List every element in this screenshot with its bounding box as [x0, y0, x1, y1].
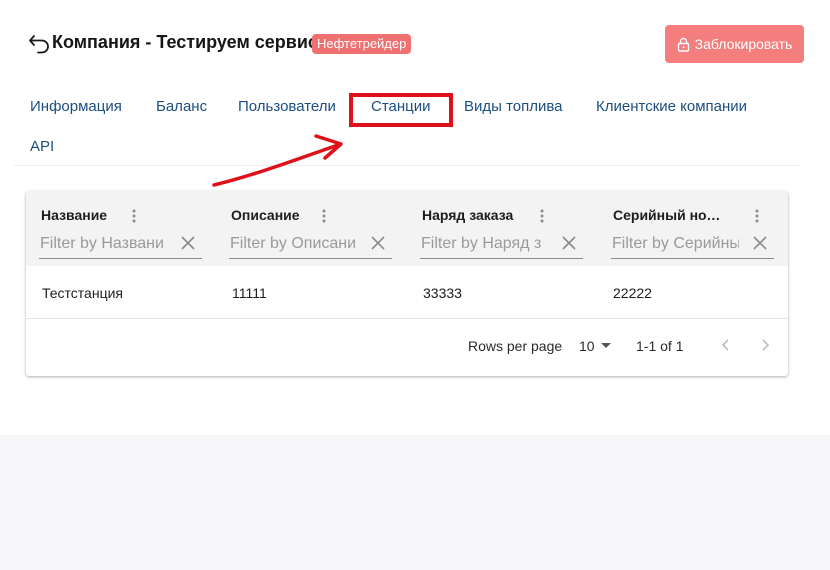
page-title: Компания - Тестируем сервис: [52, 32, 318, 52]
clear-icon[interactable]: [752, 235, 768, 251]
column-menu-icon[interactable]: [752, 208, 762, 224]
filter-field: [611, 233, 774, 259]
table-row[interactable]: Тестстанция 11111 33333 22222: [26, 266, 788, 319]
lock-icon: [677, 37, 689, 52]
column-menu-icon[interactable]: [319, 208, 329, 224]
column-header-order: Наряд заказа: [407, 191, 597, 266]
cell-name: Тестстанция: [42, 285, 123, 301]
filter-field: [229, 233, 392, 259]
rows-per-page-label: Rows per page: [468, 338, 563, 354]
tab-fuel-types[interactable]: Виды топлива: [464, 98, 563, 115]
pagination-range: 1-1 of 1: [636, 338, 684, 354]
stations-table: Название Описание Наряд заказа: [26, 191, 788, 376]
cell-order: 33333: [423, 285, 462, 301]
cell-description: 11111: [232, 285, 267, 301]
tab-users[interactable]: Пользователи: [238, 98, 336, 115]
table-header: Название Описание Наряд заказа: [26, 191, 788, 266]
dropdown-arrow-icon[interactable]: [601, 343, 611, 349]
rows-per-page-select[interactable]: 10: [579, 338, 595, 354]
tab-balance[interactable]: Баланс: [156, 98, 207, 115]
column-title[interactable]: Наряд заказа: [422, 207, 572, 223]
column-title[interactable]: Название: [41, 207, 191, 223]
tab-bar: Информация Баланс Пользователи Станции В…: [14, 86, 800, 166]
filter-field: [39, 233, 202, 259]
arrow-back-icon[interactable]: [28, 32, 52, 54]
clear-icon[interactable]: [561, 235, 577, 251]
cell-serial: 22222: [613, 285, 652, 301]
filter-input-description[interactable]: [229, 233, 357, 255]
column-header-description: Описание: [216, 191, 406, 266]
company-type-badge: Нефтетрейдер: [312, 34, 412, 54]
filter-input-order[interactable]: [420, 233, 548, 255]
column-menu-icon[interactable]: [129, 208, 139, 224]
tab-client-companies[interactable]: Клиентские компании: [596, 98, 747, 115]
filter-input-serial[interactable]: [611, 233, 739, 255]
tab-highlight-box: [349, 93, 453, 127]
page: Компания - Тестируем сервис Нефтетрейдер…: [0, 0, 830, 435]
annotation-arrow: [212, 134, 343, 187]
column-menu-icon[interactable]: [537, 208, 547, 224]
column-title[interactable]: Описание: [231, 207, 381, 223]
pagination: Rows per page 10 1-1 of 1: [26, 319, 788, 376]
block-button[interactable]: Заблокировать: [665, 25, 804, 63]
chevron-right-icon[interactable]: [758, 337, 772, 353]
clear-icon[interactable]: [180, 235, 196, 251]
page-header: Компания - Тестируем сервис Нефтетрейдер…: [28, 25, 804, 65]
column-header-name: Название: [26, 191, 216, 266]
filter-input-name[interactable]: [39, 233, 167, 255]
block-button-label: Заблокировать: [694, 36, 793, 52]
column-header-serial: Серийный номер: [598, 191, 788, 266]
filter-field: [420, 233, 583, 259]
tab-info[interactable]: Информация: [30, 98, 122, 115]
chevron-left-icon[interactable]: [719, 337, 733, 353]
column-title[interactable]: Серийный номер: [613, 207, 729, 223]
tab-api[interactable]: API: [30, 138, 54, 155]
clear-icon[interactable]: [370, 235, 386, 251]
